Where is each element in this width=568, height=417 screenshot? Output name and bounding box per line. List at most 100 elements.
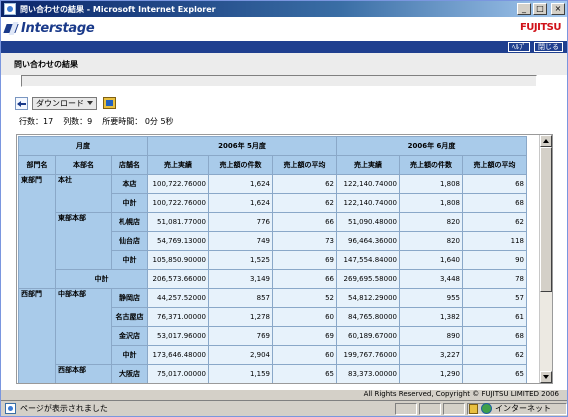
table-cell: 54,812.29000 bbox=[336, 288, 400, 308]
hq-cell: 東部本部 bbox=[55, 212, 112, 270]
help-button[interactable]: ﾍﾙﾌﾟ bbox=[508, 42, 530, 52]
column-header-amount: 売上実績 bbox=[336, 155, 400, 175]
maximize-button[interactable]: □ bbox=[533, 3, 547, 15]
table-cell: 51,090.48000 bbox=[336, 212, 400, 232]
table-cell: 105,850.90000 bbox=[147, 250, 209, 270]
elapsed-time: 所要時間： 0分 5秒 bbox=[102, 117, 174, 126]
column-header-average: 売上額の平均 bbox=[272, 155, 337, 175]
hq-cell: 本社 bbox=[55, 174, 112, 213]
table-cell: 2,904 bbox=[208, 345, 273, 365]
app-header: Interstage FUJITSU bbox=[1, 17, 567, 41]
table-cell: 1,278 bbox=[208, 307, 273, 327]
table-cell: 68 bbox=[462, 326, 527, 346]
table-cell: 147,554.84000 bbox=[336, 250, 400, 270]
store-cell: 中計 bbox=[111, 193, 148, 213]
table-cell: 65 bbox=[462, 364, 527, 383]
copyright-text: All Rights Reserved, Copyright © FUJITSU… bbox=[363, 390, 559, 398]
period-header-may: 2006年 5月度 bbox=[147, 136, 337, 156]
table-cell: 122,140.74000 bbox=[336, 174, 400, 194]
table-cell: 78 bbox=[462, 269, 527, 289]
minimize-button[interactable]: _ bbox=[517, 3, 531, 15]
column-header-count: 売上額の件数 bbox=[399, 155, 463, 175]
table-cell: 52 bbox=[272, 288, 337, 308]
nav-strip: ﾍﾙﾌﾟ 閉じる bbox=[1, 41, 567, 53]
table-cell: 90 bbox=[462, 250, 527, 270]
page-title: 問い合わせの結果 bbox=[14, 60, 78, 69]
table-cell: 776 bbox=[208, 212, 273, 232]
progress-bar bbox=[21, 75, 537, 87]
table-cell: 122,140.74000 bbox=[336, 193, 400, 213]
table-row: 東部本部 札幌店 51,081.77000 776 66 51,090.4800… bbox=[19, 212, 527, 270]
hq-cell: 中部本部 bbox=[55, 288, 112, 365]
table-cell: 1,624 bbox=[208, 174, 273, 194]
table-cell: 54,769.13000 bbox=[147, 231, 209, 251]
table-cell: 100,722.76000 bbox=[147, 174, 209, 194]
scroll-up-icon[interactable] bbox=[540, 135, 552, 147]
status-cell bbox=[419, 403, 441, 415]
fujitsu-logo: FUJITSU bbox=[519, 22, 562, 33]
table-cell: 60 bbox=[272, 307, 337, 327]
download-dropdown[interactable]: ダウンロード bbox=[32, 96, 97, 110]
scroll-thumb[interactable] bbox=[540, 147, 552, 292]
globe-icon bbox=[481, 403, 492, 414]
table-cell: 75,017.00000 bbox=[147, 364, 209, 383]
table-cell: 3,448 bbox=[399, 269, 463, 289]
period-header-june: 2006年 6月度 bbox=[336, 136, 527, 156]
table-cell: 1,525 bbox=[208, 250, 273, 270]
interstage-logo-mark-icon bbox=[5, 22, 19, 36]
table-cell: 1,159 bbox=[208, 364, 273, 383]
table-cell: 62 bbox=[272, 174, 337, 194]
table-cell: 65 bbox=[272, 364, 337, 383]
table-cell: 749 bbox=[208, 231, 273, 251]
status-bar: All Rights Reserved, Copyright © FUJITSU… bbox=[1, 390, 567, 416]
table-cell: 199,767.76000 bbox=[336, 345, 400, 365]
dept-cell: 東部門 bbox=[18, 174, 56, 289]
table-cell: 62 bbox=[462, 212, 527, 232]
page-title-area: 問い合わせの結果 bbox=[1, 53, 567, 75]
dept-cell: 西部門 bbox=[18, 288, 56, 383]
column-count: 列数：9 bbox=[63, 117, 93, 126]
column-header-amount: 売上実績 bbox=[147, 155, 209, 175]
result-stats: 行数：17 列数：9 所要時間： 0分 5秒 bbox=[19, 116, 174, 127]
table-cell: 1,624 bbox=[208, 193, 273, 213]
back-arrow-icon[interactable] bbox=[15, 96, 28, 110]
store-cell: 大阪店 bbox=[111, 364, 148, 383]
page-icon bbox=[5, 403, 16, 414]
save-icon[interactable] bbox=[103, 97, 116, 109]
table-cell: 66 bbox=[272, 269, 337, 289]
vertical-scrollbar[interactable] bbox=[539, 135, 552, 383]
table-cell: 1,290 bbox=[399, 364, 463, 383]
table-cell: 62 bbox=[462, 345, 527, 365]
table-cell: 269,695.58000 bbox=[336, 269, 400, 289]
table-cell: 68 bbox=[462, 174, 527, 194]
table-cell: 3,227 bbox=[399, 345, 463, 365]
table-cell: 173,646.48000 bbox=[147, 345, 209, 365]
table-cell: 890 bbox=[399, 326, 463, 346]
store-cell: 金沢店 bbox=[111, 326, 148, 346]
report-table: 月度 2006年 5月度 2006年 6月度 部門名 本部名 店舗名 売上実績 … bbox=[18, 136, 527, 383]
table-cell: 84,765.80000 bbox=[336, 307, 400, 327]
interstage-logo: Interstage bbox=[5, 21, 95, 36]
toolbar: ダウンロード bbox=[15, 96, 116, 110]
table-cell: 57 bbox=[462, 288, 527, 308]
table-cell: 769 bbox=[208, 326, 273, 346]
column-header-hq: 本部名 bbox=[55, 155, 112, 175]
table-cell: 60 bbox=[272, 345, 337, 365]
browser-window: 問い合わせの結果 - Microsoft Internet Explorer _… bbox=[0, 0, 568, 417]
store-cell: 静岡店 bbox=[111, 288, 148, 308]
subtotal-cell: 中計 bbox=[55, 269, 148, 289]
scroll-down-icon[interactable] bbox=[540, 371, 552, 383]
column-header-dept: 部門名 bbox=[18, 155, 56, 175]
close-button[interactable]: 閉じる bbox=[534, 42, 563, 52]
status-cell bbox=[443, 403, 465, 415]
close-window-button[interactable]: × bbox=[551, 3, 565, 15]
column-header-average: 売上額の平均 bbox=[462, 155, 527, 175]
store-cell: 仙台店 bbox=[111, 231, 148, 251]
lock-icon bbox=[469, 403, 478, 414]
table-cell: 1,382 bbox=[399, 307, 463, 327]
month-header: 月度 bbox=[18, 136, 148, 156]
download-label: ダウンロード bbox=[36, 98, 84, 108]
table-cell: 206,573.66000 bbox=[147, 269, 209, 289]
table-cell: 118 bbox=[462, 231, 527, 251]
row-count: 行数：17 bbox=[19, 117, 54, 126]
